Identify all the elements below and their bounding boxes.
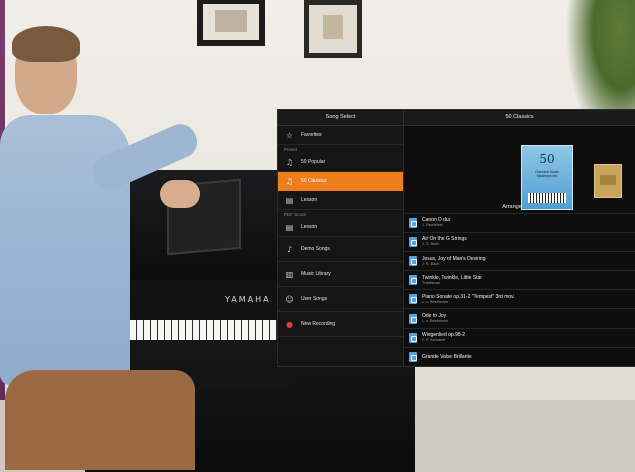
record-icon: ● [286,319,293,329]
sidebar-item-lesson-preset[interactable]: ▤ Lesson [278,191,403,210]
song-composer: Traditional [422,280,440,285]
song-composer: J. S. Bach [422,261,440,266]
sidebar-item-user-songs[interactable]: ☺ User Songs [278,287,403,312]
cover-number: 50 [539,152,555,166]
song-title: Grande Valse Brillante [422,353,472,360]
sidebar-item-label: Lesson [301,197,318,203]
section-label-preset: Preset [284,147,298,152]
song-row[interactable]: Air On the G Strings J. S. Bach [404,231,635,251]
star-icon: ☆ [285,130,294,140]
song-title: Jesus, Joy of Man's Desiring [422,255,486,262]
book-icon: ▤ [285,195,294,205]
song-select-panel: Song Select ☆ Favorites Preset ♫ 50 Popu… [278,110,635,366]
song-icon [409,294,417,305]
song-composer: L. v. Beethoven [422,299,449,304]
song-composer: J. S. Bach [422,242,440,247]
song-row[interactable]: Wiegenlied op.98-2 F. P. Schubert [404,327,635,347]
song-icon [409,217,417,228]
piano-icon: ♪ [286,244,293,254]
song-row[interactable]: Ode to Joy L. v. Beethoven [404,308,635,327]
book-icon: ▤ [285,222,294,232]
song-icon [409,256,417,266]
sidebar-item-label: Demo Songs [301,246,330,252]
sidebar-item-music-library[interactable]: ▥ Music Library [278,262,403,287]
pane-title: 50 Classics [404,110,635,126]
sidebar-item-label: User Songs [301,296,328,302]
sidebar-item-new-recording[interactable]: ● New Recording [278,312,403,337]
music-notes-icon: ♫ [285,157,294,167]
sidebar-item-lesson-pdf[interactable]: ▤ Lesson [278,218,403,237]
song-icon [409,313,417,324]
song-title: Piano Sonate op.31-2 "Tempest" 3rd mov. [422,293,515,300]
song-composer: F. P. Schubert [422,338,446,343]
library-icon: ▥ [285,269,294,279]
song-icon [409,236,417,247]
sidebar-item-demo-songs[interactable]: ♪ Demo Songs [278,237,403,262]
cover-subtitle: Classical Music Masterpieces [534,170,560,178]
section-label-pdf-score: PDF Score [284,212,307,217]
album-cover-50-classics[interactable]: 50 Classical Music Masterpieces [521,145,573,210]
wall-picture-frame [197,0,265,46]
wall-picture-frame [304,0,362,58]
song-icon [409,351,417,362]
song-row[interactable]: Piano Sonate op.31-2 "Tempest" 3rd mov. L… [404,289,635,308]
sidebar-item-label: 50 Popular [301,159,326,165]
sidebar-item-50-classics[interactable]: ♫ 50 Classics [278,172,403,191]
song-composer: J. Pachelbel [422,223,443,228]
sidebar-item-label: Lesson [301,224,318,230]
piano-brand: YAMAHA [225,295,271,304]
sidebar-item-label: Favorites [301,132,322,138]
sidebar-item-label: Music Library [301,271,331,277]
sidebar-item-50-popular[interactable]: ♫ 50 Popular [278,153,403,172]
music-notes-icon: ♫ [285,176,294,186]
song-icon [409,275,417,286]
sidebar-item-label: New Recording [301,321,336,327]
cover-carousel[interactable]: 50 Classical Music Masterpieces [404,126,635,210]
sidebar-item-favorites[interactable]: ☆ Favorites [278,126,403,145]
song-icon [409,332,417,343]
song-row[interactable]: Jesus, Joy of Man's Desiring J. S. Bach [404,250,635,270]
song-title: Twinkle, Twinkle, Little Star [422,274,482,281]
pianist-figure [0,20,203,472]
cover-keyboard-art [528,193,566,203]
song-row[interactable]: Twinkle, Twinkle, Little Star Traditional [404,270,635,289]
song-select-sidebar: Song Select ☆ Favorites Preset ♫ 50 Popu… [278,110,404,366]
song-list-pane: 50 Classics 50 Classical Music Masterpie… [404,110,635,366]
sidebar-item-label: 50 Classics [301,178,327,184]
sidebar-title: Song Select [278,110,403,126]
song-composer: L. v. Beethoven [422,319,449,324]
arrangements-label: Arrangements [502,203,537,210]
song-row[interactable]: Grande Valse Brillante [404,346,635,366]
user-icon: ☺ [285,294,294,304]
song-row[interactable]: Canon D dur J. Pachelbel [404,212,635,232]
album-cover-next[interactable] [594,164,622,198]
